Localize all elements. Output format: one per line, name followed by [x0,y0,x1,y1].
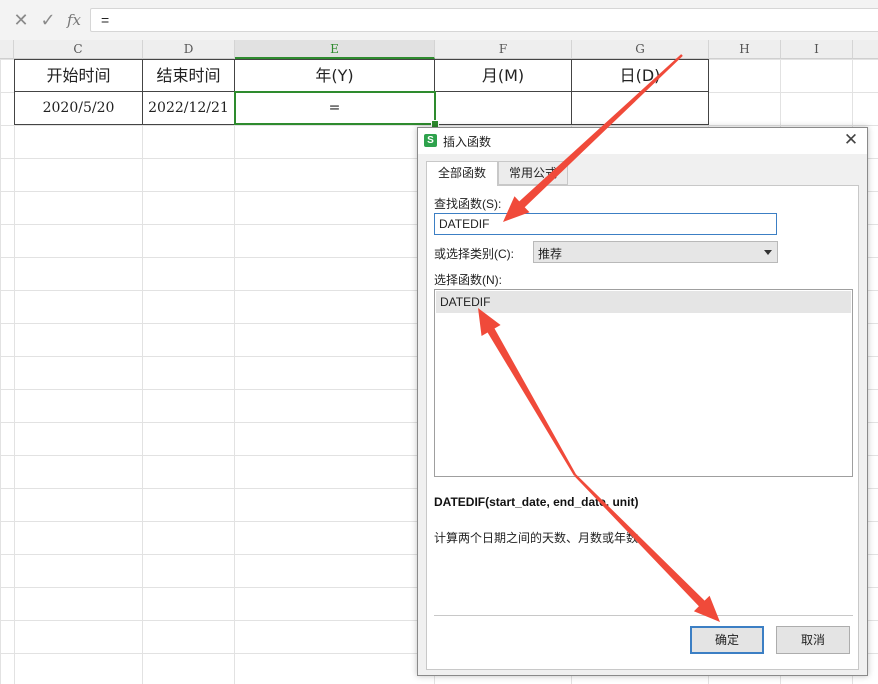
function-signature: DATEDIF(start_date, end_date, unit) [434,495,639,509]
fx-icon[interactable]: fx [63,8,85,32]
dialog-title: 插入函数 [443,135,492,149]
grid-line [142,59,143,684]
cancel-button[interactable]: 取消 [776,626,850,654]
ok-button[interactable]: 确定 [690,626,764,654]
divider [434,615,853,616]
header-cell-start-time[interactable]: 开始时间 [14,59,143,92]
column-header-next[interactable] [853,40,878,59]
category-value: 推荐 [538,247,563,261]
function-search-input[interactable]: DATEDIF [434,213,777,235]
formula-input[interactable]: = [90,8,878,32]
category-select[interactable]: 推荐 [533,241,778,263]
function-description: 计算两个日期之间的天数、月数或年数。 [434,531,651,545]
app-logo-icon: S [424,134,437,147]
data-cell-start-date[interactable]: 2020/5/20 [14,92,143,125]
function-list[interactable]: DATEDIF [434,289,853,477]
grid-line [234,59,235,684]
column-header-e[interactable]: E [235,40,435,59]
tab-all-functions[interactable]: 全部函数 [426,161,498,186]
active-cell-outline [234,91,436,125]
dialog-title-bar[interactable]: S 插入函数 ✕ [418,128,867,154]
category-label: 或选择类别(C): [434,247,514,261]
close-icon[interactable]: ✕ [10,8,32,32]
column-header-f[interactable]: F [435,40,572,59]
insert-function-dialog: S 插入函数 ✕ 全部函数 常用公式 查找函数(S): DATEDIF 或选择类… [417,127,868,676]
chevron-down-icon [764,250,772,255]
column-header-i[interactable]: I [781,40,853,59]
formula-bar: ✕ ✓ fx = [0,0,878,40]
column-header-c[interactable]: C [14,40,143,59]
header-cell-year[interactable]: 年(Y) [235,59,435,92]
column-header-d[interactable]: D [143,40,235,59]
header-cell-day[interactable]: 日(D) [572,59,709,92]
close-icon[interactable]: ✕ [841,130,861,150]
header-cell-month[interactable]: 月(M) [435,59,572,92]
function-list-label: 选择函数(N): [434,273,502,287]
search-label: 查找函数(S): [434,197,502,211]
header-cell-end-time[interactable]: 结束时间 [143,59,235,92]
data-cell-end-date[interactable]: 2022/12/21 [143,92,235,125]
data-cell-month[interactable] [435,92,572,125]
column-header-h[interactable]: H [709,40,781,59]
column-header-gutter [0,40,14,59]
check-icon[interactable]: ✓ [37,8,59,32]
column-header-g[interactable]: G [572,40,709,59]
list-item[interactable]: DATEDIF [436,291,851,313]
grid-line [14,59,15,684]
data-cell-day[interactable] [572,92,709,125]
tab-common-formulas[interactable]: 常用公式 [498,161,568,185]
